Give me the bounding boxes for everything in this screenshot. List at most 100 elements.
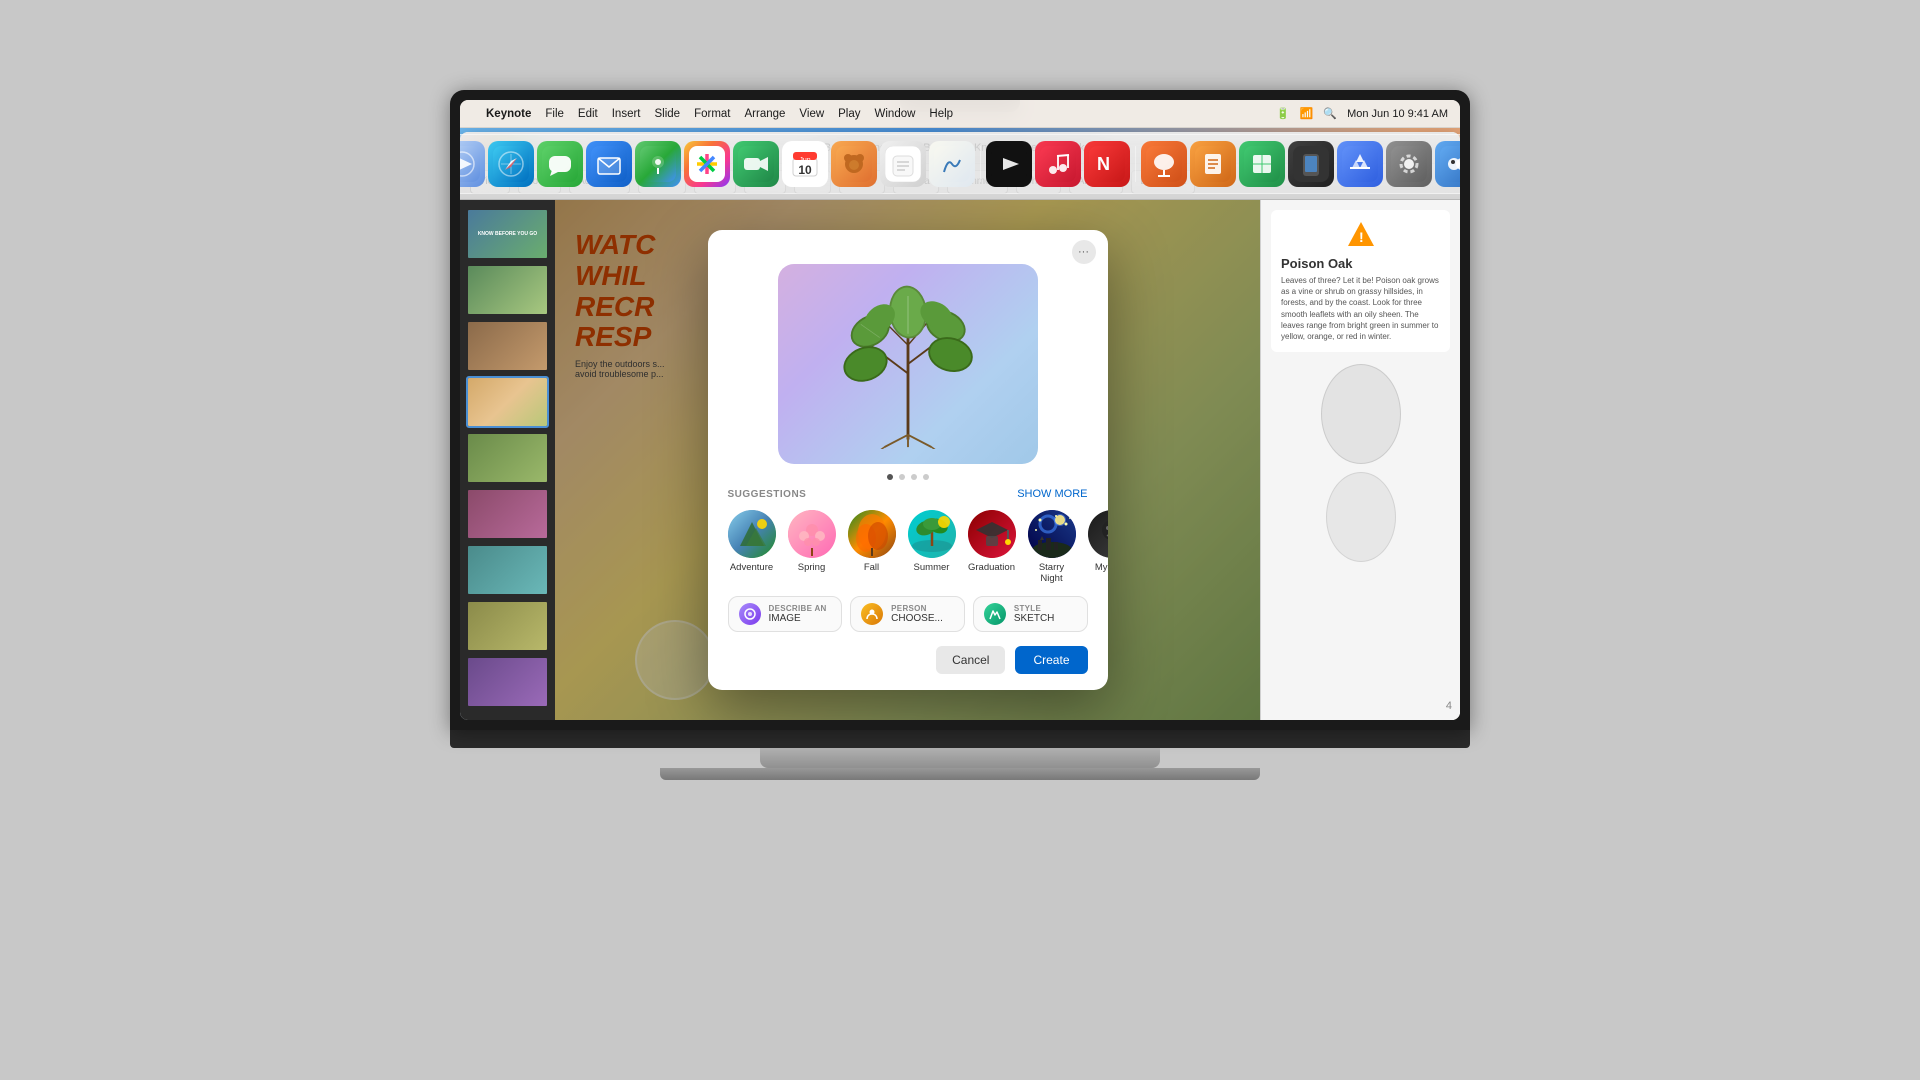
dock-news-icon[interactable]: N — [1084, 141, 1130, 187]
dock: 10Jun — [460, 134, 1460, 194]
suggestions-label: SUGGESTIONS — [728, 489, 807, 500]
slide-3-inner — [468, 322, 547, 370]
style-text: STYLE SKETCH — [1014, 604, 1055, 624]
suggestion-icon-spring — [788, 510, 836, 558]
slide-thumb-3[interactable] — [466, 320, 549, 372]
wifi-icon: 📶 — [1300, 107, 1314, 120]
suggestion-icon-starrynight — [1028, 510, 1076, 558]
dot-3[interactable] — [911, 474, 917, 480]
dot-1[interactable] — [887, 474, 893, 480]
menu-item-insert[interactable]: Insert — [612, 108, 641, 120]
describe-image-pill[interactable]: DESCRIBE AN IMAGE — [728, 596, 843, 632]
dot-2[interactable] — [899, 474, 905, 480]
slide-thumb-1[interactable]: KNOW BEFORE YOU GO — [466, 208, 549, 260]
screen-bezel: Keynote File Edit Insert Slide Format Ar… — [450, 90, 1470, 730]
dock-photos-icon[interactable] — [684, 141, 730, 187]
dock-mirror-icon[interactable] — [1288, 141, 1334, 187]
menu-bar-left: Keynote File Edit Insert Slide Format Ar… — [472, 108, 1276, 120]
dock-facetime-icon[interactable] — [733, 141, 779, 187]
suggestion-icon-adventure — [728, 510, 776, 558]
style-icon — [984, 603, 1006, 625]
dock-music-icon[interactable] — [1035, 141, 1081, 187]
macbook-container: Keynote File Edit Insert Slide Format Ar… — [430, 90, 1490, 990]
slide-thumb-6[interactable] — [466, 488, 549, 540]
style-value: SKETCH — [1014, 613, 1055, 624]
suggestion-label-adventure: Adventure — [730, 562, 773, 573]
pagination-dots — [708, 464, 1108, 488]
dock-divider-2 — [1135, 146, 1136, 182]
menu-item-play[interactable]: Play — [838, 108, 860, 120]
image-generation-dialog: ··· — [708, 230, 1108, 690]
menu-item-file[interactable]: File — [545, 108, 564, 120]
suggestion-summer[interactable]: Summer — [908, 510, 956, 584]
search-icon[interactable]: 🔍 — [1323, 107, 1337, 120]
slide-1-container: 1 KNOW BEFORE YOU GO — [466, 208, 549, 260]
person-label: PERSON — [891, 604, 943, 613]
suggestion-label-mystery: Mystery — [1095, 562, 1108, 573]
slide-thumb-2[interactable] — [466, 264, 549, 316]
show-more-button[interactable]: SHOW MORE — [1017, 488, 1087, 500]
create-button[interactable]: Create — [1015, 646, 1087, 674]
page-number: 4 — [1446, 700, 1452, 712]
suggestion-starrynight[interactable]: Starry Night — [1028, 510, 1076, 584]
menu-bar-right: 🔋 📶 🔍 Mon Jun 10 9:41 AM — [1276, 107, 1448, 120]
menu-item-slide[interactable]: Slide — [655, 108, 681, 120]
cancel-button[interactable]: Cancel — [936, 646, 1005, 674]
suggestion-fall[interactable]: Fall — [848, 510, 896, 584]
svg-text:Jun: Jun — [799, 157, 810, 164]
dock-pages-icon[interactable] — [1190, 141, 1236, 187]
suggestion-label-summer: Summer — [914, 562, 950, 573]
dock-finder2-icon[interactable] — [1435, 141, 1460, 187]
person-pill[interactable]: PERSON CHOOSE... — [850, 596, 965, 632]
suggestions-section: SUGGESTIONS SHOW MORE — [708, 488, 1108, 596]
suggestion-mystery[interactable]: ??? Mystery — [1088, 510, 1108, 584]
menu-item-format[interactable]: Format — [694, 108, 730, 120]
menu-item-window[interactable]: Window — [875, 108, 916, 120]
slide-9-container — [466, 656, 549, 708]
suggestion-spring[interactable]: Spring — [788, 510, 836, 584]
slide-4-inner — [468, 378, 547, 426]
style-pill[interactable]: STYLE SKETCH — [973, 596, 1088, 632]
dock-bear-icon[interactable] — [831, 141, 877, 187]
dock-launchpad-icon[interactable] — [460, 141, 485, 187]
slide-thumb-7[interactable] — [466, 544, 549, 596]
dock-appstore-icon[interactable] — [1337, 141, 1383, 187]
dock-reminders-icon[interactable] — [880, 141, 926, 187]
suggestion-adventure[interactable]: Adventure — [728, 510, 776, 584]
dock-keynote-icon[interactable] — [1141, 141, 1187, 187]
dock-appletv-icon[interactable] — [986, 141, 1032, 187]
slide-7-inner — [468, 546, 547, 594]
slide-thumb-4[interactable] — [466, 376, 549, 428]
canvas-area: WATC WHIL RECR RESP Enjoy the outdoors s… — [555, 200, 1260, 720]
poison-oak-card: ! Poison Oak Leaves of three? Let it be!… — [1271, 210, 1450, 352]
dialog-main-image — [778, 264, 1038, 464]
slide-thumb-9[interactable] — [466, 656, 549, 708]
svg-text:10: 10 — [798, 163, 812, 177]
dock-maps-icon[interactable] — [635, 141, 681, 187]
describe-label: DESCRIBE AN — [769, 604, 827, 613]
dock-messages-icon[interactable] — [537, 141, 583, 187]
dock-calendar-icon[interactable]: 10Jun — [782, 141, 828, 187]
dialog-more-button[interactable]: ··· — [1072, 240, 1096, 264]
dock-safari-icon[interactable] — [488, 141, 534, 187]
dock-freeform-icon[interactable] — [929, 141, 975, 187]
dot-4[interactable] — [923, 474, 929, 480]
oval-shape-2 — [1326, 472, 1396, 562]
keynote-content: 1 KNOW BEFORE YOU GO — [460, 200, 1460, 720]
slide-thumb-5[interactable] — [466, 432, 549, 484]
dock-settings-icon[interactable] — [1386, 141, 1432, 187]
menu-item-view[interactable]: View — [799, 108, 824, 120]
slide-thumb-8[interactable] — [466, 600, 549, 652]
suggestion-graduation[interactable]: Graduation — [968, 510, 1016, 584]
slide-8-inner — [468, 602, 547, 650]
menu-item-keynote[interactable]: Keynote — [486, 108, 531, 120]
menu-item-edit[interactable]: Edit — [578, 108, 598, 120]
suggestions-header: SUGGESTIONS SHOW MORE — [728, 488, 1088, 500]
menu-item-arrange[interactable]: Arrange — [745, 108, 786, 120]
dock-numbers-icon[interactable] — [1239, 141, 1285, 187]
dock-mail-icon[interactable] — [586, 141, 632, 187]
suggestion-icon-mystery: ??? — [1088, 510, 1108, 558]
svg-text:N: N — [1097, 154, 1110, 174]
menu-bar-time: Mon Jun 10 9:41 AM — [1347, 108, 1448, 120]
menu-item-help[interactable]: Help — [929, 108, 953, 120]
